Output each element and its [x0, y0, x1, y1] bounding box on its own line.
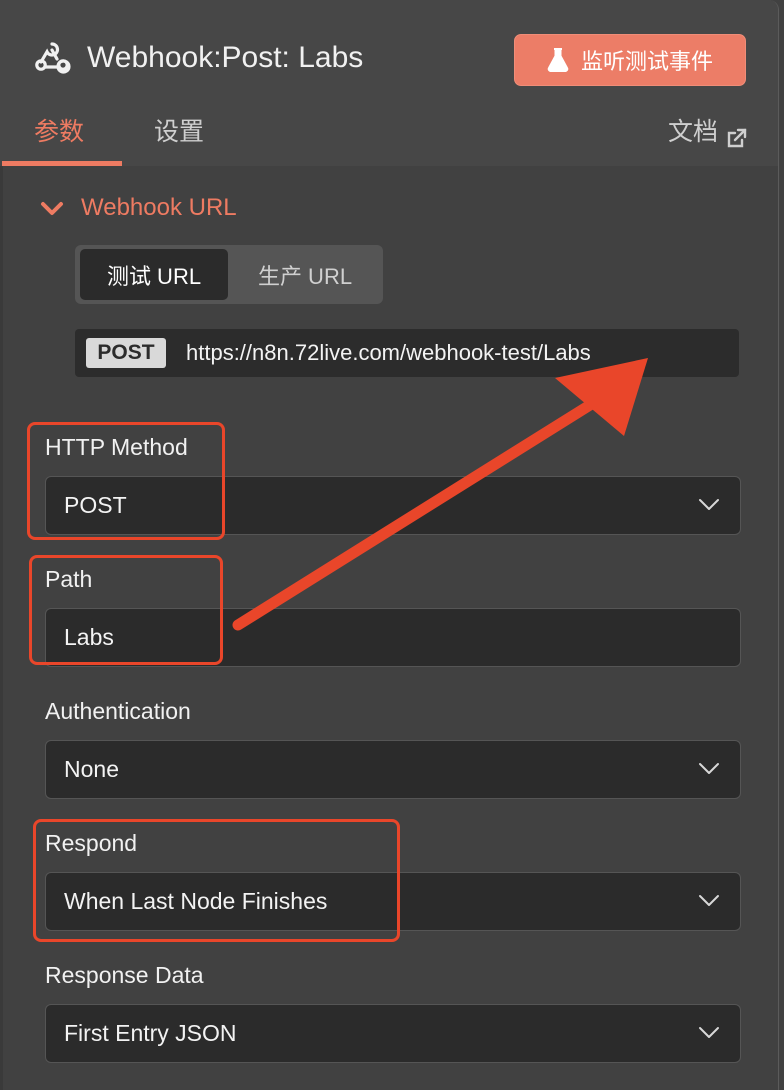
webhook-url-section-toggle[interactable]: Webhook URL — [39, 194, 237, 222]
http-method-select[interactable]: POST — [45, 476, 741, 535]
webhook-url-text: https://n8n.72live.com/webhook-test/Labs — [186, 340, 591, 365]
parameters-content: Webhook URL 测试 URL 生产 URL POST https://n… — [0, 166, 778, 1090]
response-data-label: Response Data — [45, 962, 204, 988]
node-settings-panel: Webhook:Post: Labs 监听测试事件 参数 设置 文档 Webho… — [0, 0, 779, 1090]
chevron-down-icon — [699, 763, 719, 774]
path-input[interactable]: Labs — [45, 608, 741, 667]
tab-settings[interactable]: 设置 — [154, 112, 204, 152]
panel-header: Webhook:Post: Labs 监听测试事件 参数 设置 文档 — [0, 0, 778, 166]
chevron-down-icon — [699, 499, 719, 510]
external-link-icon — [726, 121, 748, 148]
url-type-toggle: 测试 URL 生产 URL — [75, 245, 383, 304]
tab-bar: 参数 设置 文档 — [0, 100, 778, 166]
response-data-value: First Entry JSON — [64, 1020, 237, 1046]
authentication-value: None — [64, 756, 119, 782]
respond-select[interactable]: When Last Node Finishes — [45, 872, 741, 931]
flask-icon — [547, 48, 569, 72]
http-method-label: HTTP Method — [45, 434, 188, 460]
tab-parameters[interactable]: 参数 — [34, 112, 84, 152]
production-url-tab[interactable]: 生产 URL — [233, 249, 377, 300]
method-badge: POST — [86, 338, 166, 368]
listen-test-event-button[interactable]: 监听测试事件 — [514, 34, 746, 86]
docs-label: 文档 — [667, 118, 718, 146]
authentication-label: Authentication — [45, 698, 191, 724]
authentication-select[interactable]: None — [45, 740, 741, 799]
docs-link[interactable]: 文档 — [668, 112, 748, 152]
path-value: Labs — [64, 624, 114, 650]
test-url-tab[interactable]: 测试 URL — [80, 249, 228, 300]
section-title: Webhook URL — [81, 194, 237, 221]
node-title: Webhook:Post: Labs — [87, 41, 364, 74]
path-label: Path — [45, 566, 93, 592]
listen-button-label: 监听测试事件 — [580, 49, 713, 74]
respond-label: Respond — [45, 830, 138, 856]
response-data-select[interactable]: First Entry JSON — [45, 1004, 741, 1063]
webhook-icon — [32, 38, 72, 78]
chevron-down-icon — [39, 198, 65, 218]
chevron-down-icon — [699, 1027, 719, 1038]
chevron-down-icon — [699, 895, 719, 906]
http-method-value: POST — [64, 492, 127, 518]
respond-value: When Last Node Finishes — [64, 888, 328, 914]
webhook-url-display[interactable]: POST https://n8n.72live.com/webhook-test… — [75, 329, 739, 377]
